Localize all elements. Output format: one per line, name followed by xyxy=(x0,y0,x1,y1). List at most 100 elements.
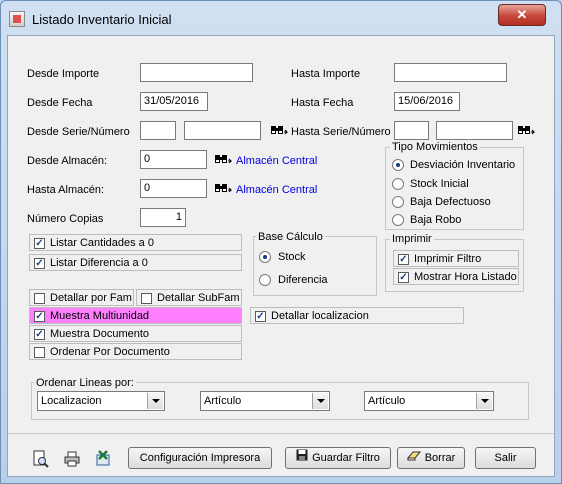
desde-almacen-label: Desde Almacén: xyxy=(27,155,108,167)
base-calculo-title: Base Cálculo xyxy=(256,231,325,243)
checkbox-box: ✓ xyxy=(398,272,409,283)
radio-label: Diferencia xyxy=(278,274,328,286)
printer-icon[interactable] xyxy=(63,450,81,468)
hasta-almacen-input[interactable]: 0 xyxy=(140,179,207,198)
close-button[interactable]: ✕ xyxy=(498,4,546,26)
ordenar-combo-2[interactable]: Artículo xyxy=(200,391,330,411)
checkbox-box: ✓ xyxy=(34,258,45,269)
radio-label: Stock xyxy=(278,251,306,263)
imprimir-group: Imprimir ✓ Imprimir Filtro ✓ Mostrar Hor… xyxy=(385,233,524,292)
ordenar-combo-3[interactable]: Artículo xyxy=(364,391,494,411)
desde-almacen-link[interactable]: Almacén Central xyxy=(236,155,317,167)
imprimir-filtro-checkbox[interactable]: ✓ Imprimir Filtro xyxy=(393,250,519,267)
mostrar-hora-checkbox[interactable]: ✓ Mostrar Hora Listado xyxy=(393,268,519,285)
detallar-fam-checkbox[interactable]: Detallar por Fam xyxy=(29,289,134,306)
button-label: Salir xyxy=(494,452,517,464)
detallar-localizacion-checkbox[interactable]: ✓ Detallar localizacion xyxy=(250,307,464,324)
dialog-body: Desde Importe Hasta Importe Desde Fecha … xyxy=(7,35,555,477)
hasta-fecha-label: Hasta Fecha xyxy=(291,97,354,109)
imprimir-title: Imprimir xyxy=(390,233,434,245)
desde-fecha-label: Desde Fecha xyxy=(27,97,93,109)
radio-label: Desviación Inventario xyxy=(410,159,516,171)
chevron-down-icon[interactable] xyxy=(476,393,492,409)
hasta-almacen-link[interactable]: Almacén Central xyxy=(236,184,317,196)
window-title: Listado Inventario Inicial xyxy=(32,12,172,27)
button-label: Borrar xyxy=(424,452,456,464)
radio-label: Stock Inicial xyxy=(410,178,469,190)
listar-diferencia-checkbox[interactable]: ✓ Listar Diferencia a 0 xyxy=(29,254,242,271)
hasta-numero-input[interactable] xyxy=(436,121,513,140)
ordenar-documento-checkbox[interactable]: Ordenar Por Documento xyxy=(29,343,242,360)
hasta-importe-label: Hasta Importe xyxy=(291,68,361,80)
preview-icon[interactable] xyxy=(32,450,50,468)
desde-serie-input[interactable] xyxy=(140,121,176,140)
radio-desviacion-inventario[interactable] xyxy=(392,159,404,171)
desde-importe-input[interactable] xyxy=(140,63,253,82)
desde-almacen-input[interactable]: 0 xyxy=(140,150,207,169)
muestra-documento-checkbox[interactable]: ✓ Muestra Documento xyxy=(29,325,242,342)
checkbox-label: Mostrar Hora Listado xyxy=(414,271,517,283)
detallar-subfam-checkbox[interactable]: Detallar SubFam xyxy=(136,289,242,306)
binoculars-icon[interactable] xyxy=(270,124,288,136)
desde-importe-label: Desde Importe xyxy=(27,68,100,80)
checkbox-label: Muestra Documento xyxy=(50,328,150,340)
hasta-serie-input[interactable] xyxy=(394,121,429,140)
desde-serie-label: Desde Serie/Número xyxy=(27,126,130,138)
configuracion-impresora-button[interactable]: Configuración Impresora xyxy=(128,447,272,469)
binoculars-icon[interactable] xyxy=(517,124,535,136)
desde-fecha-input[interactable]: 31/05/2016 xyxy=(140,92,208,111)
checkbox-label: Imprimir Filtro xyxy=(414,253,482,265)
checkbox-label: Detallar SubFam xyxy=(157,292,240,304)
numero-copias-input[interactable]: 1 xyxy=(140,208,186,227)
combo-value: Artículo xyxy=(368,395,406,407)
radio-diferencia[interactable] xyxy=(259,274,271,286)
radio-baja-defectuoso[interactable] xyxy=(392,196,404,208)
numero-copias-label: Número Copias xyxy=(27,213,104,225)
checkbox-box: ✓ xyxy=(34,329,45,340)
checkbox-box xyxy=(34,347,45,358)
checkbox-box: ✓ xyxy=(398,254,409,265)
binoculars-icon[interactable] xyxy=(214,153,232,165)
binoculars-icon[interactable] xyxy=(214,182,232,194)
chevron-down-icon[interactable] xyxy=(147,393,163,409)
ordenar-combo-1[interactable]: Localizacion xyxy=(37,391,165,411)
chevron-down-icon[interactable] xyxy=(312,393,328,409)
muestra-multiunidad-checkbox[interactable]: ✓ Muestra Multiunidad xyxy=(29,307,242,324)
checkbox-label: Detallar por Fam xyxy=(50,292,132,304)
hasta-serie-label: Hasta Serie/Número xyxy=(291,126,391,138)
footer-divider xyxy=(8,433,554,434)
borrar-button[interactable]: Borrar xyxy=(397,447,465,469)
button-label: Guardar Filtro xyxy=(312,452,380,464)
combo-value: Localizacion xyxy=(41,395,102,407)
checkbox-label: Listar Diferencia a 0 xyxy=(50,257,148,269)
radio-baja-robo[interactable] xyxy=(392,214,404,226)
radio-stock[interactable] xyxy=(259,251,271,263)
base-calculo-group: Base Cálculo Stock Diferencia xyxy=(253,231,377,296)
ordenar-lineas-title: Ordenar Lineas por: xyxy=(34,377,136,389)
salir-button[interactable]: Salir xyxy=(475,447,536,469)
radio-label: Baja Robo xyxy=(410,214,462,226)
tipo-movimientos-title: Tipo Movimientos xyxy=(390,141,480,153)
title-bar[interactable]: Listado Inventario Inicial ✕ xyxy=(1,1,561,35)
checkbox-box xyxy=(34,293,45,304)
checkbox-label: Muestra Multiunidad xyxy=(50,310,150,322)
eraser-icon xyxy=(406,448,421,468)
guardar-filtro-button[interactable]: Guardar Filtro xyxy=(285,447,391,469)
button-label: Configuración Impresora xyxy=(139,452,261,464)
hasta-almacen-label: Hasta Almacén: xyxy=(27,184,105,196)
radio-stock-inicial[interactable] xyxy=(392,178,404,190)
save-icon xyxy=(296,448,308,468)
hasta-fecha-input[interactable]: 15/06/2016 xyxy=(394,92,460,111)
checkbox-box: ✓ xyxy=(34,311,45,322)
export-excel-icon[interactable] xyxy=(94,449,112,467)
tipo-movimientos-group: Tipo Movimientos Desviación Inventario S… xyxy=(385,141,524,230)
listar-cantidades-checkbox[interactable]: ✓ Listar Cantidades a 0 xyxy=(29,234,242,251)
hasta-importe-input[interactable] xyxy=(394,63,507,82)
checkbox-box: ✓ xyxy=(34,238,45,249)
combo-value: Artículo xyxy=(204,395,242,407)
checkbox-label: Detallar localizacion xyxy=(271,310,369,322)
checkbox-box xyxy=(141,293,152,304)
radio-label: Baja Defectuoso xyxy=(410,196,491,208)
checkbox-box: ✓ xyxy=(255,311,266,322)
desde-numero-input[interactable] xyxy=(184,121,261,140)
